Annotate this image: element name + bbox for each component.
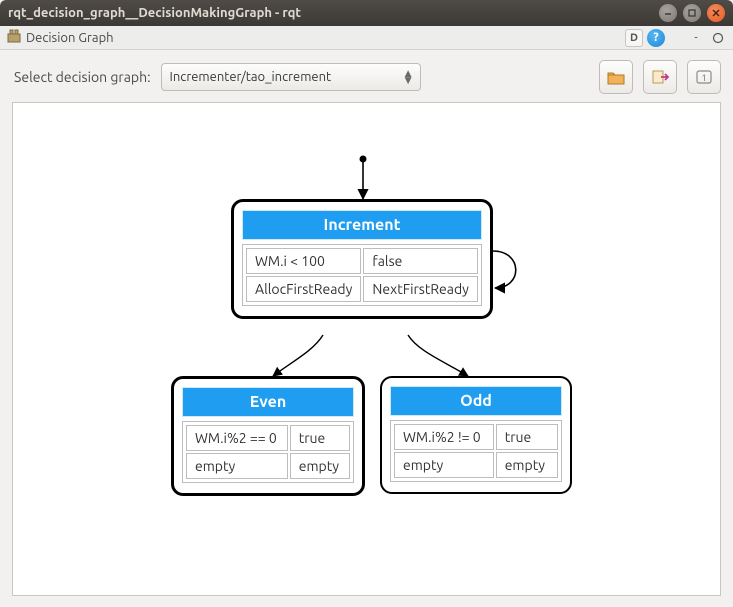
graph-canvas[interactable]: Increment WM.i < 100 false AllocFirstRea… — [12, 102, 721, 596]
cond-cell: WM.i%2 == 0 — [186, 425, 288, 451]
open-folder-button[interactable] — [599, 60, 633, 94]
decision-graph-combo[interactable]: Incrementer/tao_increment ▲▼ — [161, 63, 421, 91]
help-button[interactable]: ? — [647, 29, 665, 47]
fit-view-button[interactable]: 1 — [687, 60, 721, 94]
toolbar: Select decision graph: Incrementer/tao_i… — [0, 50, 733, 102]
chevron-updown-icon: ▲▼ — [405, 70, 412, 84]
node-title: Even — [182, 387, 354, 417]
cond-val-cell: false — [363, 248, 478, 274]
plugin-icon — [6, 28, 22, 47]
cond-val-cell: true — [496, 424, 558, 450]
select-graph-label: Select decision graph: — [14, 69, 151, 85]
cond-cell: WM.i < 100 — [246, 248, 361, 274]
graph-edges — [13, 103, 720, 595]
export-button[interactable] — [643, 60, 677, 94]
next-cell: NextFirstReady — [363, 276, 478, 302]
window-maximize-button[interactable] — [683, 4, 701, 22]
dock-dash-button[interactable]: - — [687, 29, 705, 47]
dock-float-button[interactable] — [709, 29, 727, 47]
node-title: Increment — [242, 210, 482, 240]
node-even[interactable]: Even WM.i%2 == 0 true empty empty — [171, 376, 365, 496]
window-title: rqt_decision_graph__DecisionMakingGraph … — [8, 6, 659, 20]
spacer-icon — [669, 29, 683, 47]
d-button[interactable]: D — [625, 29, 643, 47]
svg-text:1: 1 — [701, 73, 706, 83]
alloc-cell: AllocFirstReady — [246, 276, 361, 302]
alloc-cell: empty — [394, 452, 494, 478]
next-cell: empty — [290, 453, 350, 479]
cond-cell: WM.i%2 != 0 — [394, 424, 494, 450]
window-minimize-button[interactable] — [659, 4, 677, 22]
combo-value: Incrementer/tao_increment — [170, 70, 332, 84]
window-titlebar: rqt_decision_graph__DecisionMakingGraph … — [0, 0, 733, 26]
node-odd[interactable]: Odd WM.i%2 != 0 true empty empty — [380, 376, 572, 494]
node-title: Odd — [390, 386, 562, 416]
node-increment[interactable]: Increment WM.i < 100 false AllocFirstRea… — [231, 199, 493, 319]
dock-title: Decision Graph — [26, 31, 114, 45]
dock-header: Decision Graph D ? - — [0, 26, 733, 50]
next-cell: empty — [496, 452, 558, 478]
alloc-cell: empty — [186, 453, 288, 479]
cond-val-cell: true — [290, 425, 350, 451]
window-close-button[interactable] — [707, 4, 725, 22]
